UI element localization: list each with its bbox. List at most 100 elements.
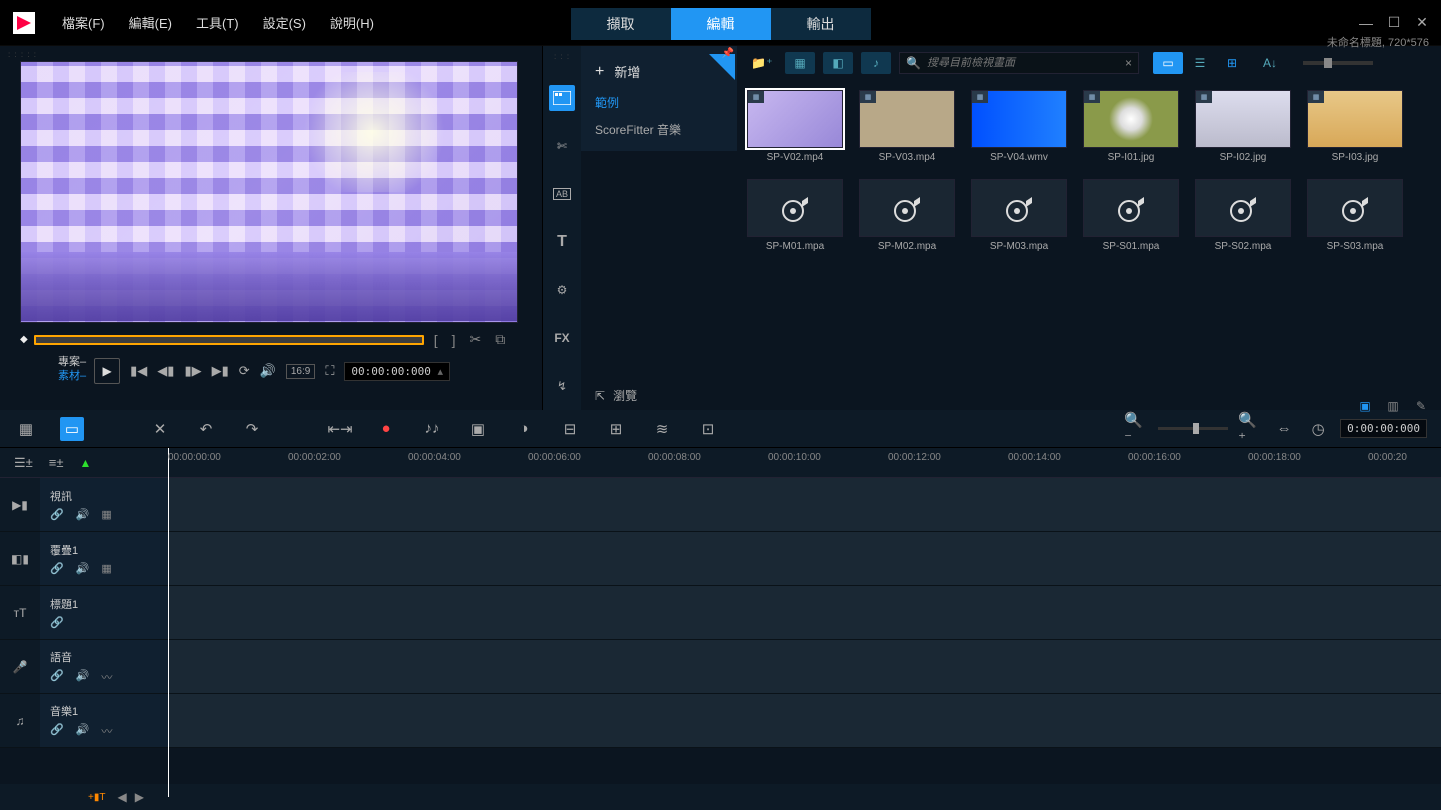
track-link-icon[interactable]: 🔗 (50, 669, 64, 685)
track-lane[interactable] (168, 694, 1441, 747)
track-wave-icon[interactable]: 〰 (101, 723, 112, 739)
track-vol-icon[interactable]: 🔊 (76, 723, 90, 739)
menu-edit[interactable]: 編輯(E) (129, 13, 172, 32)
zoom-in-icon[interactable]: 🔍⁺ (1238, 417, 1262, 441)
media-thumb[interactable]: ▦SP-V03.mp4 (859, 90, 955, 163)
play-button[interactable]: ▶ (94, 358, 120, 384)
track-grid-icon[interactable]: ▦ (101, 508, 111, 521)
prev-frame-icon[interactable]: ◀▮ (157, 363, 174, 379)
panel-layout-1-icon[interactable]: ▣ (1355, 398, 1375, 414)
track-link-icon[interactable]: 🔗 (50, 508, 64, 521)
scrub-bar[interactable] (34, 335, 424, 345)
media-thumb[interactable]: SP-S02.mpa (1195, 179, 1291, 252)
tab-titles[interactable]: AB (549, 181, 575, 207)
track-lane[interactable] (168, 478, 1441, 531)
clock-icon[interactable]: ◷ (1306, 417, 1330, 441)
timeline-timecode[interactable]: 0:00:00:000 (1340, 419, 1427, 438)
media-thumb[interactable]: ▦SP-I02.jpg (1195, 90, 1291, 163)
menu-settings[interactable]: 設定(S) (263, 13, 306, 32)
track-link-icon[interactable]: 🔗 (50, 562, 64, 575)
folder-scorefitter[interactable]: ScoreFitter 音樂 (581, 116, 737, 143)
preview-timecode[interactable]: 00:00:00:000 ▴ (344, 362, 450, 381)
track-lane[interactable] (168, 532, 1441, 585)
media-thumb[interactable]: ▦SP-I01.jpg (1083, 90, 1179, 163)
track-type-icon[interactable]: ᴛT (0, 586, 40, 639)
redo-icon[interactable]: ↷ (240, 417, 264, 441)
panel-drag-handle[interactable]: : : : : : (8, 50, 534, 59)
sort-icon[interactable]: A↓ (1255, 52, 1285, 74)
volume-icon[interactable]: 🔊 (260, 363, 276, 379)
track-options-2-icon[interactable]: ≡± (49, 455, 64, 470)
mark-in-icon[interactable]: [ (430, 330, 442, 350)
track-type-icon[interactable]: ◧▮ (0, 532, 40, 585)
search-input[interactable] (927, 57, 1119, 69)
panel-layout-2-icon[interactable]: ▥ (1383, 398, 1403, 414)
menu-file[interactable]: 檔案(F) (62, 13, 105, 32)
search-box[interactable]: 🔍 × (899, 52, 1139, 74)
view-list-icon[interactable]: ☰ (1185, 52, 1215, 74)
track-wave-icon[interactable]: 〰 (101, 669, 112, 685)
import-icon[interactable]: 📁⁺ (747, 52, 777, 74)
timeline-zoom-slider[interactable] (1158, 427, 1228, 430)
thumb-zoom-slider[interactable] (1303, 61, 1373, 65)
view-thumb-lg-icon[interactable]: ▭ (1153, 52, 1183, 74)
filter-video-icon[interactable]: ▦ (785, 52, 815, 74)
minimize-icon[interactable]: — (1359, 16, 1373, 30)
audio-mixer-icon[interactable]: ♪♪ (420, 417, 444, 441)
expand-icon[interactable]: ⛶ (325, 363, 334, 379)
view-grid-icon[interactable]: ⊞ (1217, 52, 1247, 74)
scroll-right-icon[interactable]: ▶ (131, 790, 148, 804)
next-frame-icon[interactable]: ▮▶ (184, 363, 201, 379)
track-lane[interactable] (168, 586, 1441, 639)
tab-media[interactable] (549, 85, 575, 111)
menu-help[interactable]: 說明(H) (330, 13, 374, 32)
track-vol-icon[interactable]: 🔊 (76, 669, 90, 685)
media-thumb[interactable]: ▦SP-V04.wmv (971, 90, 1067, 163)
media-thumb[interactable]: ▦SP-V02.mp4 (747, 90, 843, 163)
close-icon[interactable]: ✕ (1415, 16, 1429, 30)
maximize-icon[interactable]: ☐ (1387, 16, 1401, 30)
mode-capture[interactable]: 擷取 (571, 8, 671, 40)
track-link-icon[interactable]: 🔗 (50, 723, 64, 739)
go-end-icon[interactable]: ▶▮ (212, 363, 229, 379)
blend-icon[interactable]: ◑ (512, 417, 536, 441)
time-ruler[interactable]: 00:00:00:0000:00:02:0000:00:04:0000:00:0… (168, 448, 1441, 477)
preview-viewport[interactable] (20, 61, 518, 323)
cut-icon[interactable]: ✂ (465, 329, 485, 350)
track-options-1-icon[interactable]: ☰± (14, 455, 33, 471)
tab-text[interactable]: T (549, 229, 575, 255)
go-start-icon[interactable]: ▮◀ (130, 363, 147, 379)
split-icon[interactable]: ⊞ (604, 417, 628, 441)
track-type-icon[interactable]: 🎤 (0, 640, 40, 693)
browse-button[interactable]: ⇱ 瀏覽 (581, 381, 737, 410)
fit-icon[interactable]: ⇔ (1272, 417, 1296, 441)
panel-drag-handle[interactable]: : : : (543, 52, 581, 61)
track-lane[interactable] (168, 640, 1441, 693)
media-thumb[interactable]: SP-S03.mpa (1307, 179, 1403, 252)
mode-output[interactable]: 輸出 (771, 8, 871, 40)
tab-filters[interactable]: ⚙ (549, 277, 575, 303)
timeline-view-icon[interactable]: ▭ (60, 417, 84, 441)
effects-icon[interactable]: ≋ (650, 417, 674, 441)
track-grid-icon[interactable]: ▦ (101, 562, 111, 575)
track-type-icon[interactable]: ▶▮ (0, 478, 40, 531)
filter-audio-icon[interactable]: ♪ (861, 52, 891, 74)
snapshot-icon[interactable]: ⧉ (491, 329, 509, 350)
add-track-button[interactable]: +▮T (80, 792, 113, 803)
record-icon[interactable]: ● (374, 417, 398, 441)
clear-search-icon[interactable]: × (1125, 56, 1132, 70)
tab-fx[interactable]: FX (549, 325, 575, 351)
mark-out-icon[interactable]: ] (448, 330, 460, 350)
track-link-icon[interactable]: 🔗 (50, 616, 64, 629)
track-vol-icon[interactable]: 🔊 (76, 562, 90, 575)
panel-edit-icon[interactable]: ✎ (1411, 398, 1431, 414)
zoom-out-icon[interactable]: 🔍⁻ (1124, 417, 1148, 441)
playhead[interactable] (168, 448, 169, 797)
folder-examples[interactable]: 範例 (581, 89, 737, 116)
tab-transitions[interactable]: ✄ (549, 133, 575, 159)
mode-edit[interactable]: 編輯 (671, 8, 771, 40)
tab-paths[interactable]: ↯ (549, 373, 575, 399)
media-thumb[interactable]: SP-M03.mpa (971, 179, 1067, 252)
loop-icon[interactable]: ⟳ (239, 363, 250, 379)
focus-icon[interactable]: ⊡ (696, 417, 720, 441)
